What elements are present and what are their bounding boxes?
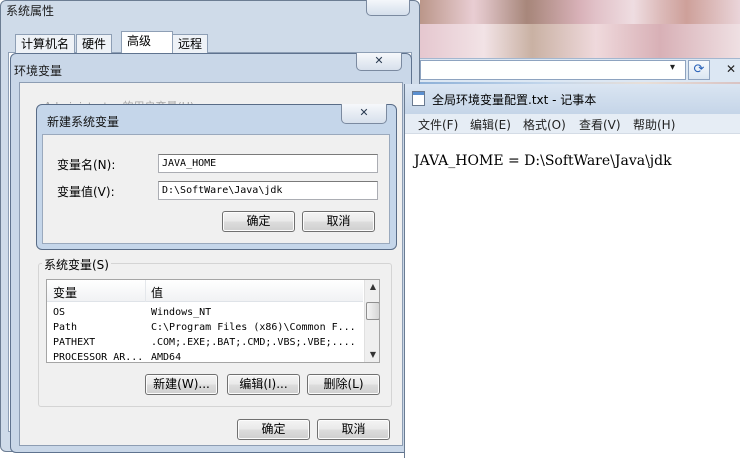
system-variables-list[interactable]: 变量 值 OS Windows_NT Path C:\Program Files… [46,279,380,363]
table-row[interactable]: PATHEXT .COM;.EXE;.BAT;.CMD;.VBS;.VBE;..… [47,335,363,350]
refresh-icon[interactable]: ⟳ [688,60,710,80]
notepad-title: 全局环境变量配置.txt - 记事本 [432,93,597,107]
row-variable: OS [53,307,66,318]
system-properties-title: 系统属性 [6,4,55,18]
ok-button[interactable]: 确定 [237,419,310,440]
table-row[interactable]: PROCESSOR_AR... AMD64 [47,350,363,363]
row-value: AMD64 [151,352,182,363]
environment-variables-title: 环境变量 [14,64,63,78]
row-variable: PROCESSOR_AR... [53,352,144,363]
address-dropdown-icon[interactable]: ▾ [670,62,675,73]
close-icon: ✕ [374,54,384,67]
menu-view[interactable]: 查看(V) [579,116,621,133]
row-value: C:\Program Files (x86)\Common F... [151,322,356,333]
column-header-value[interactable]: 值 [151,284,163,301]
notepad-text-content[interactable]: JAVA_HOME = D:\SoftWare\Java\jdk [414,153,672,169]
variable-value-label: 变量值(V): [57,185,115,199]
scroll-up-icon[interactable]: ▲ [365,280,379,294]
row-value: Windows_NT [151,307,212,318]
row-variable: PATHEXT [53,337,96,348]
variable-value-input[interactable]: D:\SoftWare\Java\jdk [158,181,378,200]
browser-address-input[interactable] [420,60,686,80]
menu-file[interactable]: 文件(F) [418,116,458,133]
close-icon: ✕ [359,106,369,119]
new-system-variable-title: 新建系统变量 [47,115,120,129]
column-header-variable[interactable]: 变量 [53,284,77,301]
row-value: .COM;.EXE;.BAT;.CMD;.VBS;.VBE;.... [151,337,356,348]
new-variable-button[interactable]: 新建(W)... [145,374,218,395]
tab-advanced[interactable]: 高级 [121,31,173,53]
menu-format[interactable]: 格式(O) [523,116,566,133]
system-properties-close-button[interactable] [366,0,410,16]
delete-variable-button[interactable]: 删除(L) [307,374,380,395]
new-variable-cancel-button[interactable]: 取消 [302,211,375,232]
list-header: 变量 值 [47,280,363,302]
list-scrollbar[interactable]: ▲ ▼ [364,280,379,362]
new-variable-ok-button[interactable]: 确定 [222,211,295,232]
stop-icon[interactable]: ✕ [726,62,736,76]
scroll-down-icon[interactable]: ▼ [365,348,379,362]
browser-page-image-detail [420,0,740,24]
cancel-button[interactable]: 取消 [317,419,390,440]
notepad-icon [412,91,425,106]
menu-edit[interactable]: 编辑(E) [470,116,511,133]
notepad-window [404,84,740,458]
variable-name-input[interactable]: JAVA_HOME [158,154,378,173]
row-variable: Path [53,322,78,333]
table-row[interactable]: OS Windows_NT [47,305,363,320]
environment-variables-close-button[interactable]: ✕ [356,53,402,71]
tab-computer-name[interactable]: 计算机名 [15,34,76,53]
variable-name-label: 变量名(N): [57,158,116,172]
column-divider[interactable] [145,280,146,302]
table-row[interactable]: Path C:\Program Files (x86)\Common F... [47,320,363,335]
tab-hardware[interactable]: 硬件 [76,34,113,53]
menu-help[interactable]: 帮助(H) [633,116,675,133]
scroll-thumb[interactable] [366,302,379,320]
tab-remote[interactable]: 远程 [172,34,209,53]
system-variables-label: 系统变量(S) [42,256,111,273]
new-system-variable-close-button[interactable]: ✕ [341,104,387,124]
edit-variable-button[interactable]: 编辑(I)... [227,374,300,395]
